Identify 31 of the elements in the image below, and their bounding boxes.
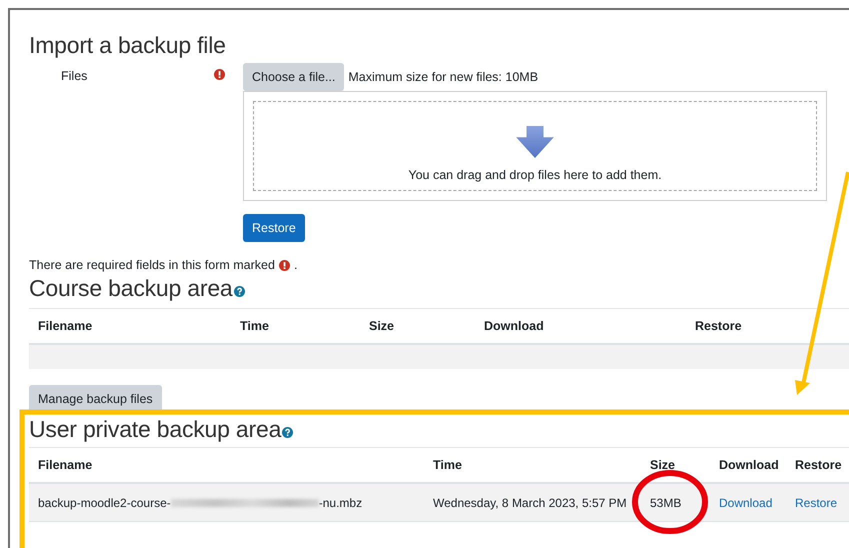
help-icon[interactable] bbox=[282, 427, 294, 438]
section-heading: Course backup area bbox=[29, 275, 233, 302]
column-header: Size bbox=[368, 319, 396, 333]
table-cell-text: Wednesday, 8 March 2023, 5:57 PM bbox=[432, 496, 628, 510]
help-icon[interactable] bbox=[234, 286, 245, 297]
max-size-text: Maximum size for new files: 10MB bbox=[348, 70, 538, 84]
required-note: There are required fields in this form marked bbox=[29, 258, 275, 272]
choose-file-button[interactable]: Choose a file... bbox=[243, 63, 344, 91]
field-label: Files bbox=[61, 69, 88, 83]
column-header: Restore bbox=[694, 319, 743, 333]
column-header: Filename bbox=[37, 458, 94, 472]
filename-text: -nu.mbz bbox=[318, 496, 362, 510]
restore-button[interactable]: Restore bbox=[243, 214, 305, 242]
download-link[interactable]: Download bbox=[719, 496, 772, 510]
down-arrow-icon bbox=[516, 126, 554, 158]
drop-zone[interactable]: You can drag and drop files here to add them. bbox=[243, 91, 827, 201]
drop-hint: You can drag and drop files here to add them. bbox=[408, 168, 662, 182]
column-header: Time bbox=[432, 458, 463, 472]
required-icon bbox=[278, 260, 290, 270]
column-header: Restore bbox=[794, 458, 843, 472]
column-header: Time bbox=[239, 319, 270, 333]
period-text: . bbox=[294, 258, 298, 272]
filename-text: backup-moodle2-course- bbox=[38, 496, 171, 510]
table-cell-text: 53MB bbox=[649, 496, 682, 510]
section-heading: User private backup area bbox=[29, 416, 282, 443]
column-header: Download bbox=[718, 458, 780, 472]
section-heading: Import a backup file bbox=[29, 32, 227, 59]
column-header: Filename bbox=[37, 319, 94, 333]
column-header: Size bbox=[649, 458, 676, 472]
column-header: Download bbox=[483, 319, 545, 333]
restore-link[interactable]: Restore bbox=[795, 496, 838, 510]
